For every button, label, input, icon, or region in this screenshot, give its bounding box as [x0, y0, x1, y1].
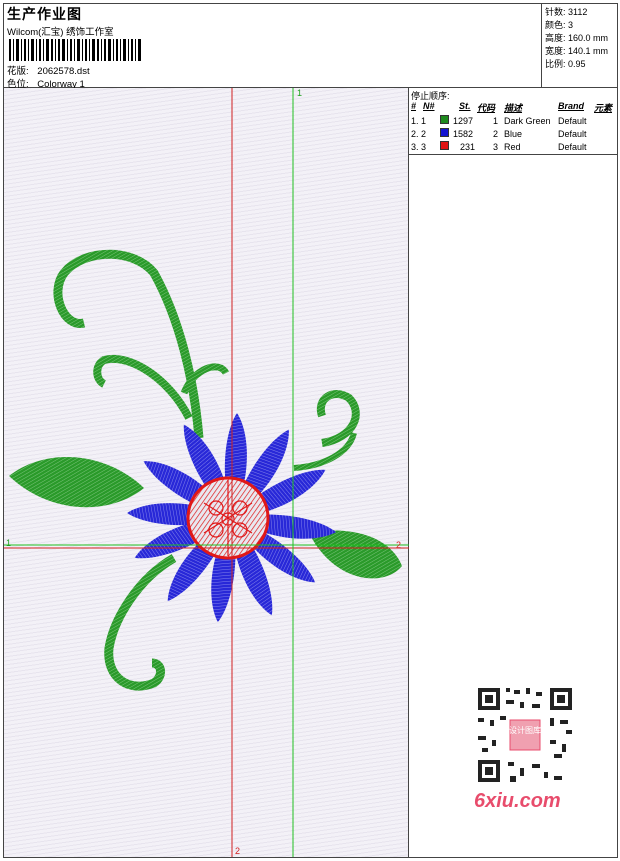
leaf-right — [309, 530, 402, 579]
stem-mid-curl — [93, 354, 193, 420]
watermark-text: 6xiu.com — [474, 790, 561, 812]
color-swatch-blue — [440, 128, 449, 137]
stop-sequence-table: 停止顺序: # N# St. 代码 描述 Brand 元素 1. 1 1297 … — [409, 88, 618, 155]
qr-stamp-text: 设计图库 — [509, 725, 541, 735]
col-header-index: # — [411, 101, 417, 111]
col-header-stitches: St. — [459, 101, 471, 111]
col-header-description: 描述 — [504, 103, 523, 113]
red-flower-center — [186, 476, 270, 560]
page-title: 生产作业图 — [7, 6, 82, 22]
axis-label-h-left: 1 — [6, 538, 12, 548]
col-header-element: 元素 — [594, 103, 613, 113]
bottom-stem — [104, 554, 177, 691]
color-swatch-red — [440, 141, 449, 150]
stat-width: 宽度: 140.1 mm — [545, 46, 609, 56]
axis-label-v-bottom: 2 — [235, 846, 241, 856]
stat-colors: 颜色: 3 — [545, 20, 574, 30]
header-panel: 生产作业图 Wilcom(汇宝) 绣饰工作室 花版: 2062578.dst 色… — [3, 3, 541, 90]
col-header-brand: Brand — [558, 101, 585, 111]
barcode — [9, 39, 141, 61]
col-header-needle: N# — [423, 101, 435, 111]
stat-height: 高度: 160.0 mm — [545, 33, 609, 43]
company-name: Wilcom(汇宝) 绣饰工作室 — [7, 27, 114, 38]
qr-code: 设计图库 — [470, 680, 580, 790]
embroidery-design — [4, 88, 409, 857]
design-file-row: 花版: 2062578.dst — [7, 63, 90, 77]
leaf-left — [9, 456, 144, 508]
stat-scale: 比例: 0.95 — [545, 59, 586, 69]
axis-label-h-right: 2 — [396, 540, 402, 550]
design-canvas: 1 2 1 2 — [4, 88, 409, 857]
stats-panel: 针数: 3112 颜色: 3 高度: 160.0 mm 宽度: 140.1 mm… — [541, 3, 618, 88]
col-header-code: 代码 — [477, 103, 496, 113]
color-swatch-green — [440, 115, 449, 124]
axis-label-v-top: 1 — [297, 88, 303, 98]
stat-stitches: 针数: 3112 — [545, 7, 588, 17]
stem-top-curl — [53, 249, 204, 439]
